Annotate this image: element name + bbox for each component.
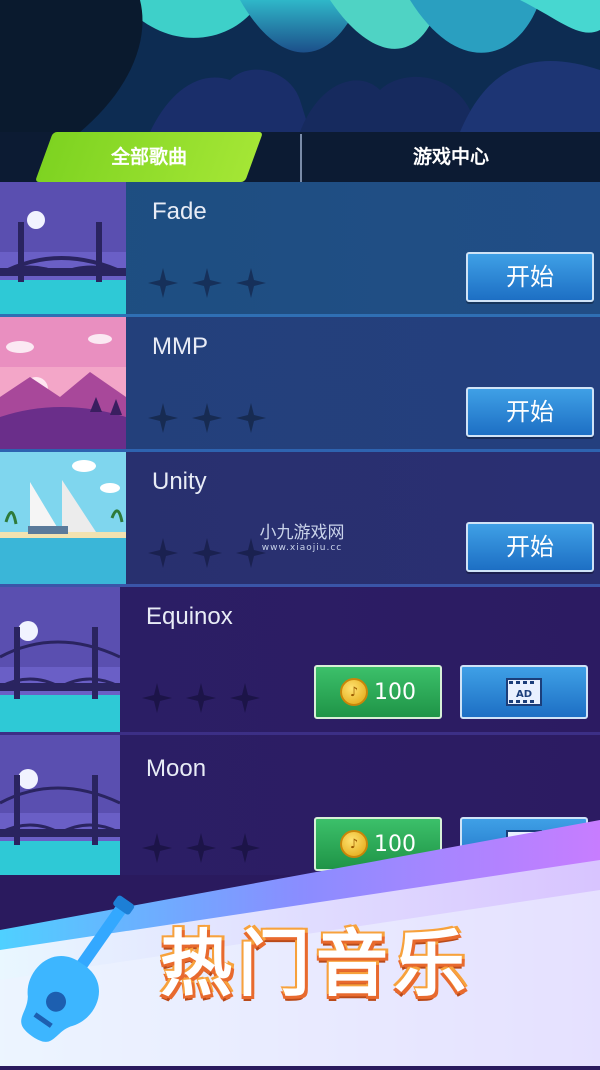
star-icon [186, 683, 216, 713]
watermark-name: 小九游戏网 [259, 523, 345, 543]
ad-label: AD [516, 689, 532, 700]
song-row-fade: Fade 开始 [0, 182, 600, 317]
star-icon [192, 403, 222, 433]
song-title: Fade [152, 198, 207, 225]
header-scenery [0, 0, 600, 132]
star-icon [192, 538, 222, 568]
star-icon [236, 403, 266, 433]
song-title: Moon [146, 755, 207, 782]
start-button[interactable]: 开始 [466, 387, 594, 437]
song-row-equinox: Equinox ♪ 100 AD [0, 587, 600, 735]
star-rating [142, 683, 260, 713]
tab-all-songs[interactable]: 全部歌曲 [34, 132, 264, 182]
film-ad-icon: AD [506, 678, 542, 706]
star-icon [148, 538, 178, 568]
coin-icon: ♪ [340, 678, 368, 706]
star-rating [148, 268, 266, 298]
tab-game-center[interactable]: 游戏中心 [302, 132, 600, 182]
star-icon [236, 268, 266, 298]
price-label: 100 [374, 679, 416, 705]
song-thumbnail-bridge [0, 587, 120, 732]
start-button[interactable]: 开始 [466, 252, 594, 302]
song-row-mmp: MMP 开始 [0, 317, 600, 452]
song-thumbnail-sunset [0, 317, 126, 449]
star-icon [192, 268, 222, 298]
star-icon [148, 403, 178, 433]
song-thumbnail-beach [0, 452, 126, 584]
watch-ad-button[interactable]: AD [460, 665, 588, 719]
song-title: Unity [152, 468, 207, 495]
song-title: Equinox [146, 603, 233, 630]
guitar-icon [21, 895, 135, 1042]
star-icon [142, 683, 172, 713]
star-rating [148, 538, 266, 568]
star-icon [230, 683, 260, 713]
star-rating [148, 403, 266, 433]
tab-all-songs-label: 全部歌曲 [110, 146, 187, 168]
buy-with-coins-button[interactable]: ♪ 100 [314, 665, 442, 719]
song-thumbnail-bridge [0, 182, 126, 314]
star-icon [148, 268, 178, 298]
banner-title: 热门音乐 [160, 922, 473, 1006]
start-button[interactable]: 开始 [466, 522, 594, 572]
song-title: MMP [152, 333, 208, 360]
watermark-url: www.xiaojiu.cc [261, 543, 343, 553]
watermark: 小九游戏网 www.xiaojiu.cc [252, 518, 352, 553]
